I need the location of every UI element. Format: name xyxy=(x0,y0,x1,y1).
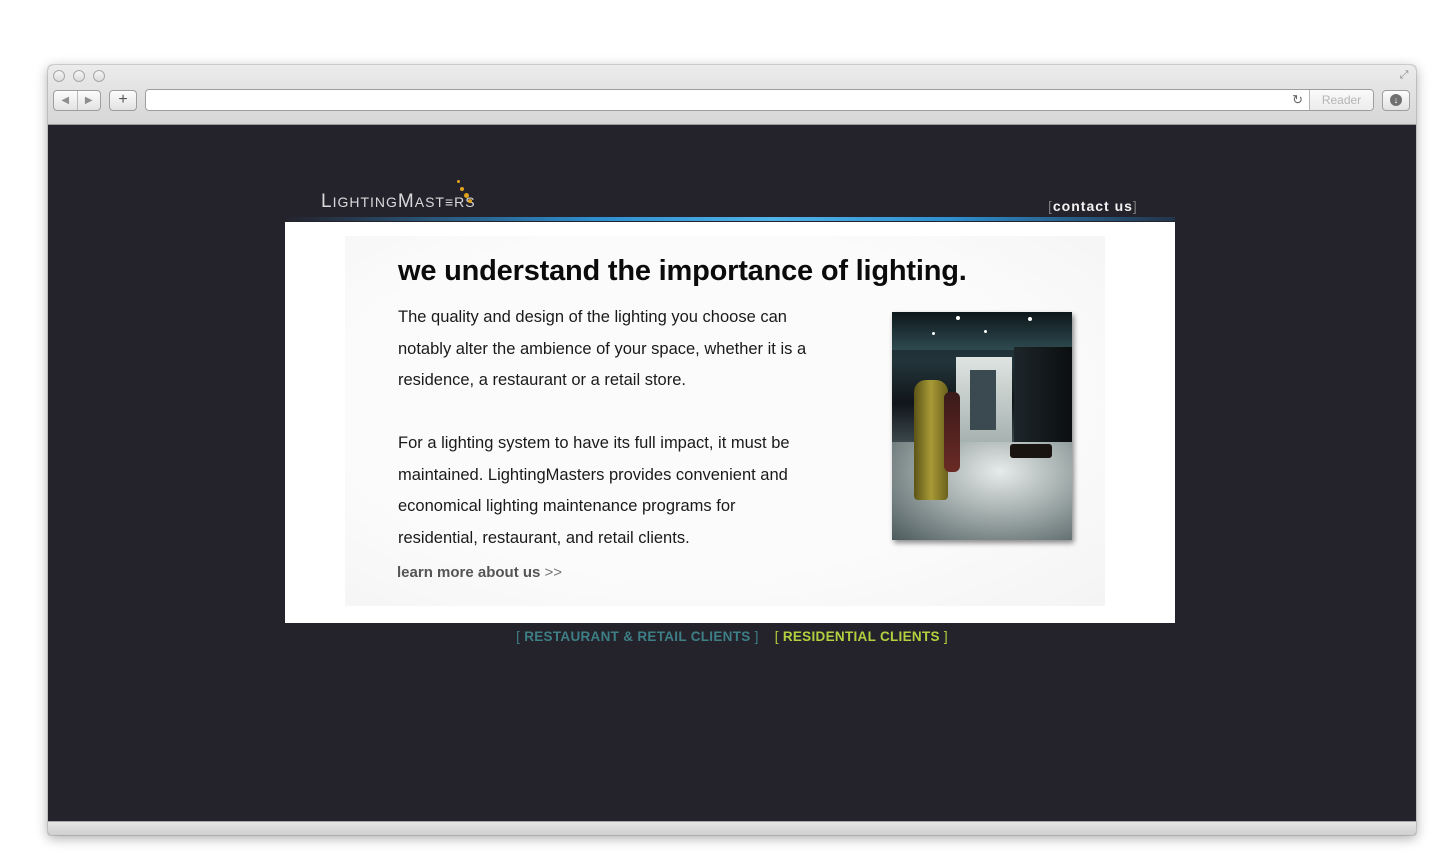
content-card: we understand the importance of lighting… xyxy=(285,222,1175,623)
residential-clients-link[interactable]: [ RESIDENTIAL CLIENTS ] xyxy=(775,629,948,644)
fullscreen-icon[interactable]: ⤢ xyxy=(1398,69,1410,81)
header-divider xyxy=(285,217,1175,221)
zoom-window-button[interactable] xyxy=(93,70,105,82)
logo-dots-icon xyxy=(457,180,475,210)
reader-button[interactable]: Reader xyxy=(1309,90,1373,110)
client-nav: [ RESTAURANT & RETAIL CLIENTS ] [ RESIDE… xyxy=(48,629,1416,644)
back-icon[interactable]: ◀ xyxy=(54,91,78,110)
back-forward-buttons: ◀ ▶ xyxy=(53,90,101,111)
download-icon: ↓ xyxy=(1390,94,1402,106)
page-title: we understand the importance of lighting… xyxy=(398,255,967,287)
learn-more-link[interactable]: learn more about us >> xyxy=(397,564,562,581)
intro-paragraph: The quality and design of the lighting y… xyxy=(398,308,807,390)
downloads-button[interactable]: ↓ xyxy=(1382,90,1410,111)
store-interior-photo xyxy=(892,312,1072,540)
maintenance-paragraph: For a lighting system to have its full i… xyxy=(398,434,790,547)
site-logo[interactable]: LIGHTINGMAST≡RS xyxy=(321,191,476,213)
status-bar xyxy=(48,821,1416,835)
restaurant-retail-clients-link[interactable]: [ RESTAURANT & RETAIL CLIENTS ] xyxy=(516,629,759,644)
minimize-window-button[interactable] xyxy=(73,70,85,82)
browser-window: ⤢ ◀ ▶ + ↻ Reader ↓ LIGHTINGMAST≡RS [cont… xyxy=(48,65,1416,835)
address-bar[interactable]: ↻ Reader xyxy=(145,89,1374,111)
new-tab-button[interactable]: + xyxy=(109,90,137,111)
browser-toolbar: ⤢ ◀ ▶ + ↻ Reader ↓ xyxy=(48,65,1416,125)
contact-us-link[interactable]: [contact us] xyxy=(1048,198,1138,214)
forward-icon[interactable]: ▶ xyxy=(78,91,101,110)
close-window-button[interactable] xyxy=(53,70,65,82)
web-page: LIGHTINGMAST≡RS [contact us] we understa… xyxy=(48,125,1416,821)
logo-e-glyph: ≡ xyxy=(444,194,455,210)
reload-icon[interactable]: ↻ xyxy=(1292,92,1303,108)
